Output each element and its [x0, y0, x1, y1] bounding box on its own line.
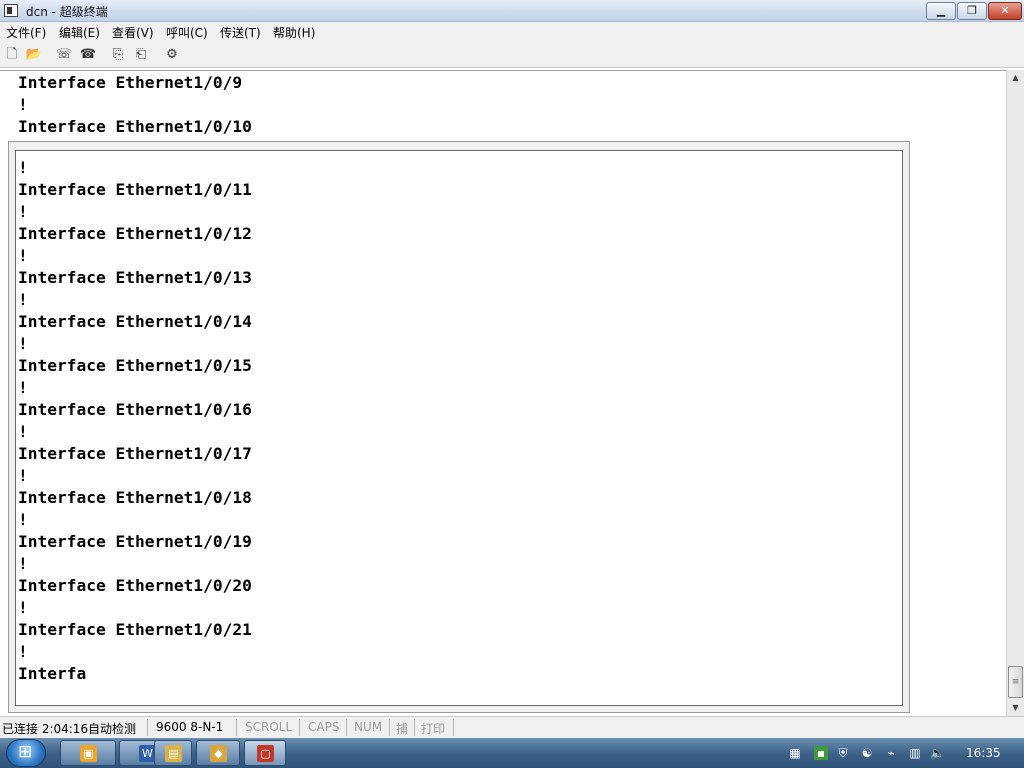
status-bar: 已连接 2:04:16 自动检测 9600 8-N-1 SCROLL CAPS …: [0, 716, 1024, 738]
network-icon[interactable]: ▦: [788, 746, 802, 760]
scroll-up-icon[interactable]: ▲: [1007, 70, 1024, 86]
menu-edit[interactable]: 编辑(E): [59, 24, 100, 41]
menu-call[interactable]: 呼叫(C): [166, 24, 208, 41]
menu-file[interactable]: 文件(F): [6, 24, 46, 41]
minimize-button[interactable]: ▁: [926, 2, 956, 20]
status-num: NUM: [354, 720, 383, 734]
terminal-line: Interface Ethernet1/0/10: [18, 117, 252, 136]
terminal-line: !: [18, 202, 28, 221]
status-caps: CAPS: [308, 720, 340, 734]
taskbar-terminal-app[interactable]: ▢: [244, 740, 286, 766]
vertical-scrollbar[interactable]: ▲ ≡ ▼: [1006, 70, 1024, 716]
terminal-line: Interface Ethernet1/0/19: [18, 532, 252, 551]
terminal-line: !: [18, 642, 28, 661]
terminal-line: Interface Ethernet1/0/17: [18, 444, 252, 463]
status-settings: 9600 8-N-1: [156, 720, 224, 734]
status-scroll: SCROLL: [245, 720, 293, 734]
toolbar: 🗋 📂 ☏ ☎ ⎘ ⎗ ⚙: [0, 42, 1024, 68]
terminal-line: Interface Ethernet1/0/12: [18, 224, 252, 243]
terminal-line: !: [18, 95, 28, 114]
terminal-line: !: [18, 598, 28, 617]
terminal-line: !: [18, 554, 28, 573]
menu-help[interactable]: 帮助(H): [273, 24, 315, 41]
menu-view[interactable]: 查看(V): [112, 24, 154, 41]
terminal-line: Interface Ethernet1/0/20: [18, 576, 252, 595]
receive-icon[interactable]: ⎗: [132, 46, 150, 64]
terminal-line: Interface Ethernet1/0/16: [18, 400, 252, 419]
taskbar-explorer-app[interactable]: ▤: [154, 740, 192, 766]
terminal-line: Interface Ethernet1/0/15: [18, 356, 252, 375]
input-method-icon[interactable]: ▥: [908, 746, 922, 760]
terminal-line: !: [18, 466, 28, 485]
menu-transfer[interactable]: 传送(T): [220, 24, 261, 41]
scroll-down-icon[interactable]: ▼: [1007, 700, 1024, 716]
volume-icon[interactable]: 🔈: [930, 746, 945, 760]
scroll-thumb[interactable]: ≡: [1008, 666, 1023, 698]
terminal-line: Interface Ethernet1/0/21: [18, 620, 252, 639]
taskbar-package-app[interactable]: ◆: [196, 740, 240, 766]
app-icon: [4, 4, 18, 17]
usb-icon[interactable]: ⌁: [884, 746, 898, 760]
terminal-line: !: [18, 290, 28, 309]
package-icon: ◆: [210, 745, 227, 762]
terminal-line: Interface Ethernet1/0/14: [18, 312, 252, 331]
terminal-line: Interface Ethernet1/0/13: [18, 268, 252, 287]
clock: 16:35: [966, 746, 1001, 760]
title-bar: dcn - 超级终端 ▁ ❐ ✕: [0, 0, 1024, 22]
terminal-line: !: [18, 378, 28, 397]
terminal-icon: ▢: [257, 745, 274, 762]
status-connection: 已连接 2:04:16: [2, 722, 89, 736]
window-title: dcn - 超级终端: [26, 5, 108, 19]
explorer-icon: ▤: [165, 745, 182, 762]
phone-icon[interactable]: ☏: [55, 46, 73, 64]
status-detect: 自动检测: [88, 722, 137, 736]
folder-icon: ▣: [80, 745, 97, 762]
terminal-line: !: [18, 246, 28, 265]
terminal-line: !: [18, 158, 28, 177]
start-button[interactable]: [6, 739, 46, 767]
send-icon[interactable]: ⎘: [109, 46, 127, 64]
terminal-line: Interface Ethernet1/0/9: [18, 73, 243, 92]
terminal-line: !: [18, 334, 28, 353]
maximize-button[interactable]: ❐: [957, 2, 987, 20]
taskbar-folder-app[interactable]: ▣: [60, 740, 116, 766]
security-icon[interactable]: ☯: [860, 746, 874, 760]
terminal-line: !: [18, 510, 28, 529]
status-capture: 捕: [396, 722, 409, 736]
terminal-line: Interfa: [18, 664, 87, 683]
hangup-icon[interactable]: ☎: [79, 46, 97, 64]
nvidia-icon[interactable]: ▪: [814, 746, 828, 760]
terminal-line: !: [18, 422, 28, 441]
properties-icon[interactable]: ⚙: [163, 46, 181, 64]
new-icon[interactable]: 🗋: [3, 46, 21, 64]
terminal-line: Interface Ethernet1/0/18: [18, 488, 252, 507]
close-button[interactable]: ✕: [988, 2, 1022, 20]
taskbar: ▣ W ▤ ◆ ▢ ▦ ▪ ⛨ ☯ ⌁ ▥ 🔈 16:35: [0, 738, 1024, 768]
menu-bar: 文件(F) 编辑(E) 查看(V) 呼叫(C) 传送(T) 帮助(H): [0, 22, 1024, 42]
terminal-line: Interface Ethernet1/0/11: [18, 180, 252, 199]
status-print: 打印: [421, 722, 446, 736]
shield-icon[interactable]: ⛨: [836, 746, 850, 760]
open-icon[interactable]: 📂: [25, 46, 43, 64]
